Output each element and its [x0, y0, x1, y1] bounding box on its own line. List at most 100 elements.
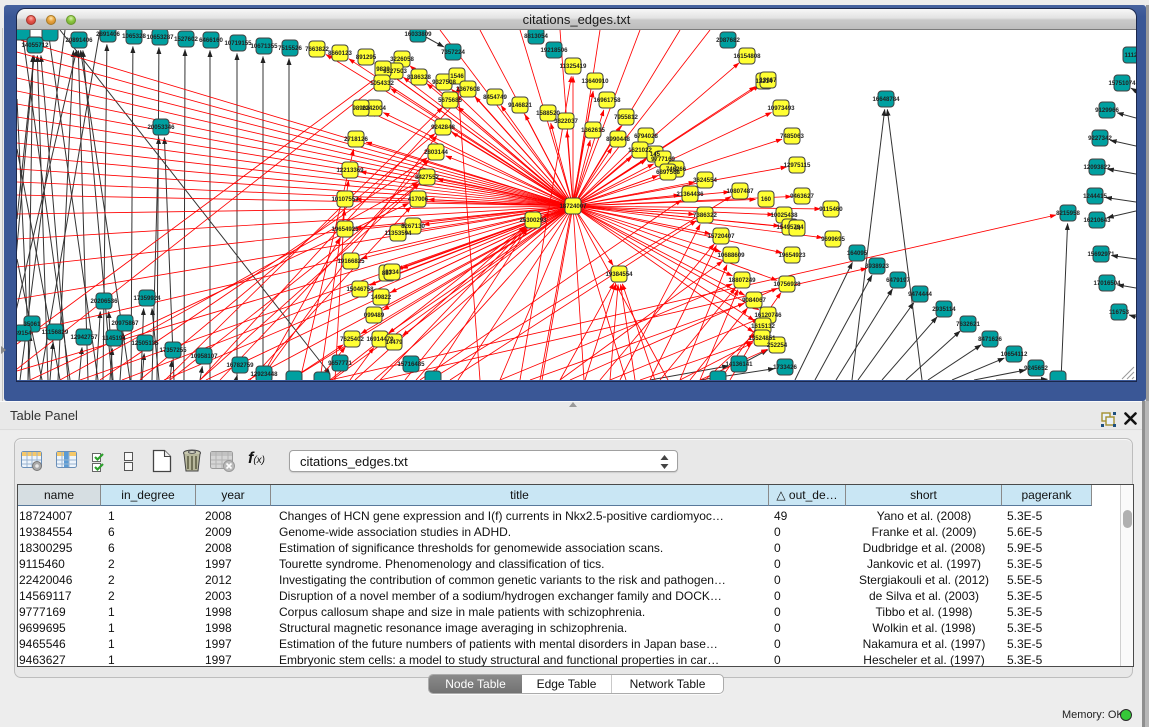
svg-text:7386322: 7386322 — [693, 212, 717, 219]
svg-text:6794028: 6794028 — [634, 133, 658, 140]
svg-text:10025438: 10025438 — [770, 212, 798, 219]
svg-text:15751074: 15751074 — [1108, 80, 1136, 87]
svg-text:16961758: 16961758 — [593, 97, 621, 104]
svg-text:10671355: 10671355 — [250, 43, 278, 50]
svg-text:9829: 9829 — [376, 66, 390, 73]
svg-text:10719155: 10719155 — [224, 40, 252, 47]
svg-text:44: 44 — [794, 225, 801, 232]
svg-text:8938923: 8938923 — [865, 263, 889, 270]
svg-text:11156829: 11156829 — [42, 329, 69, 336]
svg-text:19218506: 19218506 — [540, 47, 568, 54]
svg-text:20053346: 20053346 — [147, 124, 175, 131]
svg-text:1244415: 1244415 — [1083, 193, 1107, 200]
svg-text:9327508: 9327508 — [432, 79, 456, 86]
svg-text:14136141: 14136141 — [725, 361, 753, 368]
svg-text:20206536: 20206536 — [90, 298, 118, 305]
svg-text:9245652: 9245652 — [1024, 365, 1048, 372]
svg-text:13640910: 13640910 — [581, 78, 609, 85]
svg-text:2367608: 2367608 — [456, 86, 480, 93]
svg-text:1145194: 1145194 — [102, 335, 126, 342]
svg-text:9657771: 9657771 — [328, 360, 352, 367]
svg-text:1527602: 1527602 — [174, 36, 198, 43]
svg-text:14055712: 14055712 — [21, 42, 49, 49]
svg-text:15692971: 15692971 — [1087, 251, 1115, 258]
svg-text:1112: 1112 — [1125, 52, 1136, 59]
svg-text:10654112: 10654112 — [1001, 351, 1028, 358]
svg-text:15720407: 15720407 — [707, 233, 735, 240]
svg-text:6466160: 6466160 — [199, 37, 223, 44]
svg-text:8471626: 8471626 — [978, 336, 1002, 343]
svg-text:17357255: 17357255 — [159, 347, 187, 354]
svg-text:8454749: 8454749 — [483, 94, 507, 101]
svg-text:9115460: 9115460 — [819, 206, 843, 213]
svg-text:13967: 13967 — [760, 77, 778, 84]
svg-text:2087682: 2087682 — [716, 37, 740, 44]
svg-text:21364436: 21364436 — [676, 191, 704, 198]
svg-text:5675685: 5675685 — [438, 97, 462, 104]
svg-text:12942757: 12942757 — [70, 334, 98, 341]
svg-text:8427552: 8427552 — [415, 174, 439, 181]
svg-text:149822: 149822 — [371, 294, 392, 301]
svg-text:8267130: 8267130 — [401, 223, 425, 230]
svg-text:8215958: 8215958 — [1056, 210, 1080, 217]
svg-text:9227342: 9227342 — [1088, 135, 1112, 142]
svg-text:8186328: 8186328 — [407, 74, 431, 81]
svg-text:8990448: 8990448 — [606, 136, 630, 143]
svg-text:13524851: 13524851 — [748, 335, 776, 342]
svg-text:20975867: 20975867 — [111, 320, 139, 327]
svg-text:9463627: 9463627 — [790, 193, 814, 200]
svg-text:14479: 14479 — [386, 339, 404, 346]
svg-text:12975115: 12975115 — [784, 162, 811, 169]
svg-text:9777169: 9777169 — [651, 156, 675, 163]
svg-text:160: 160 — [761, 196, 772, 203]
svg-text:19654923: 19654923 — [778, 252, 806, 259]
svg-text:9084067: 9084067 — [742, 297, 766, 304]
svg-text:20891406: 20891406 — [65, 37, 93, 44]
svg-text:98901: 98901 — [353, 105, 371, 112]
svg-text:11353594: 11353594 — [385, 230, 412, 237]
svg-text:7663822: 7663822 — [305, 46, 329, 53]
svg-text:1054332: 1054332 — [370, 80, 394, 87]
svg-text:7625402: 7625402 — [340, 336, 364, 343]
svg-text:1546: 1546 — [450, 73, 464, 80]
svg-text:11325419: 11325419 — [560, 63, 587, 70]
svg-text:9129966: 9129966 — [1095, 107, 1119, 114]
svg-text:9146821: 9146821 — [508, 102, 532, 109]
svg-text:1065328: 1065328 — [122, 33, 146, 40]
svg-text:9699695: 9699695 — [821, 236, 845, 243]
svg-text:12505135: 12505135 — [131, 340, 159, 347]
svg-text:252254: 252254 — [767, 342, 788, 349]
svg-text:3822037: 3822037 — [554, 118, 578, 125]
svg-text:18807249: 18807249 — [728, 277, 756, 284]
svg-text:1588520: 1588520 — [536, 110, 560, 117]
svg-text:35061: 35061 — [24, 321, 42, 328]
svg-text:9242848: 9242848 — [431, 124, 455, 131]
svg-text:16782759: 16782759 — [226, 362, 254, 369]
svg-text:7515526: 7515526 — [278, 45, 302, 52]
svg-text:116753: 116753 — [1109, 309, 1130, 316]
svg-text:16210643: 16210643 — [1083, 217, 1111, 224]
svg-text:19166825: 19166825 — [337, 258, 365, 265]
svg-text:12213369: 12213369 — [336, 167, 364, 174]
svg-text:16033809: 16033809 — [404, 31, 432, 38]
svg-text:17016504: 17016504 — [1093, 280, 1121, 287]
svg-text:2803144: 2803144 — [424, 149, 448, 156]
svg-text:3226058: 3226058 — [390, 56, 414, 63]
svg-text:1615132: 1615132 — [751, 323, 775, 330]
svg-text:39154: 39154 — [17, 330, 32, 337]
svg-text:3624554: 3624554 — [693, 177, 717, 184]
svg-text:16648784: 16648784 — [872, 96, 900, 103]
svg-text:1362615: 1362615 — [581, 127, 605, 134]
svg-text:25300293: 25300293 — [519, 217, 547, 224]
svg-text:18724007: 18724007 — [559, 203, 587, 210]
svg-text:9474444: 9474444 — [908, 291, 932, 298]
svg-text:1621022: 1621022 — [628, 147, 652, 154]
svg-text:7485063: 7485063 — [780, 133, 804, 140]
svg-text:10756928: 10756928 — [773, 281, 801, 288]
svg-text:17359924: 17359924 — [133, 295, 161, 302]
svg-text:19654925: 19654925 — [331, 226, 359, 233]
svg-text:8660123: 8660123 — [328, 50, 352, 57]
svg-text:6479197: 6479197 — [886, 277, 910, 284]
svg-text:8334: 8334 — [385, 269, 399, 276]
svg-text:10653287: 10653287 — [146, 34, 174, 41]
